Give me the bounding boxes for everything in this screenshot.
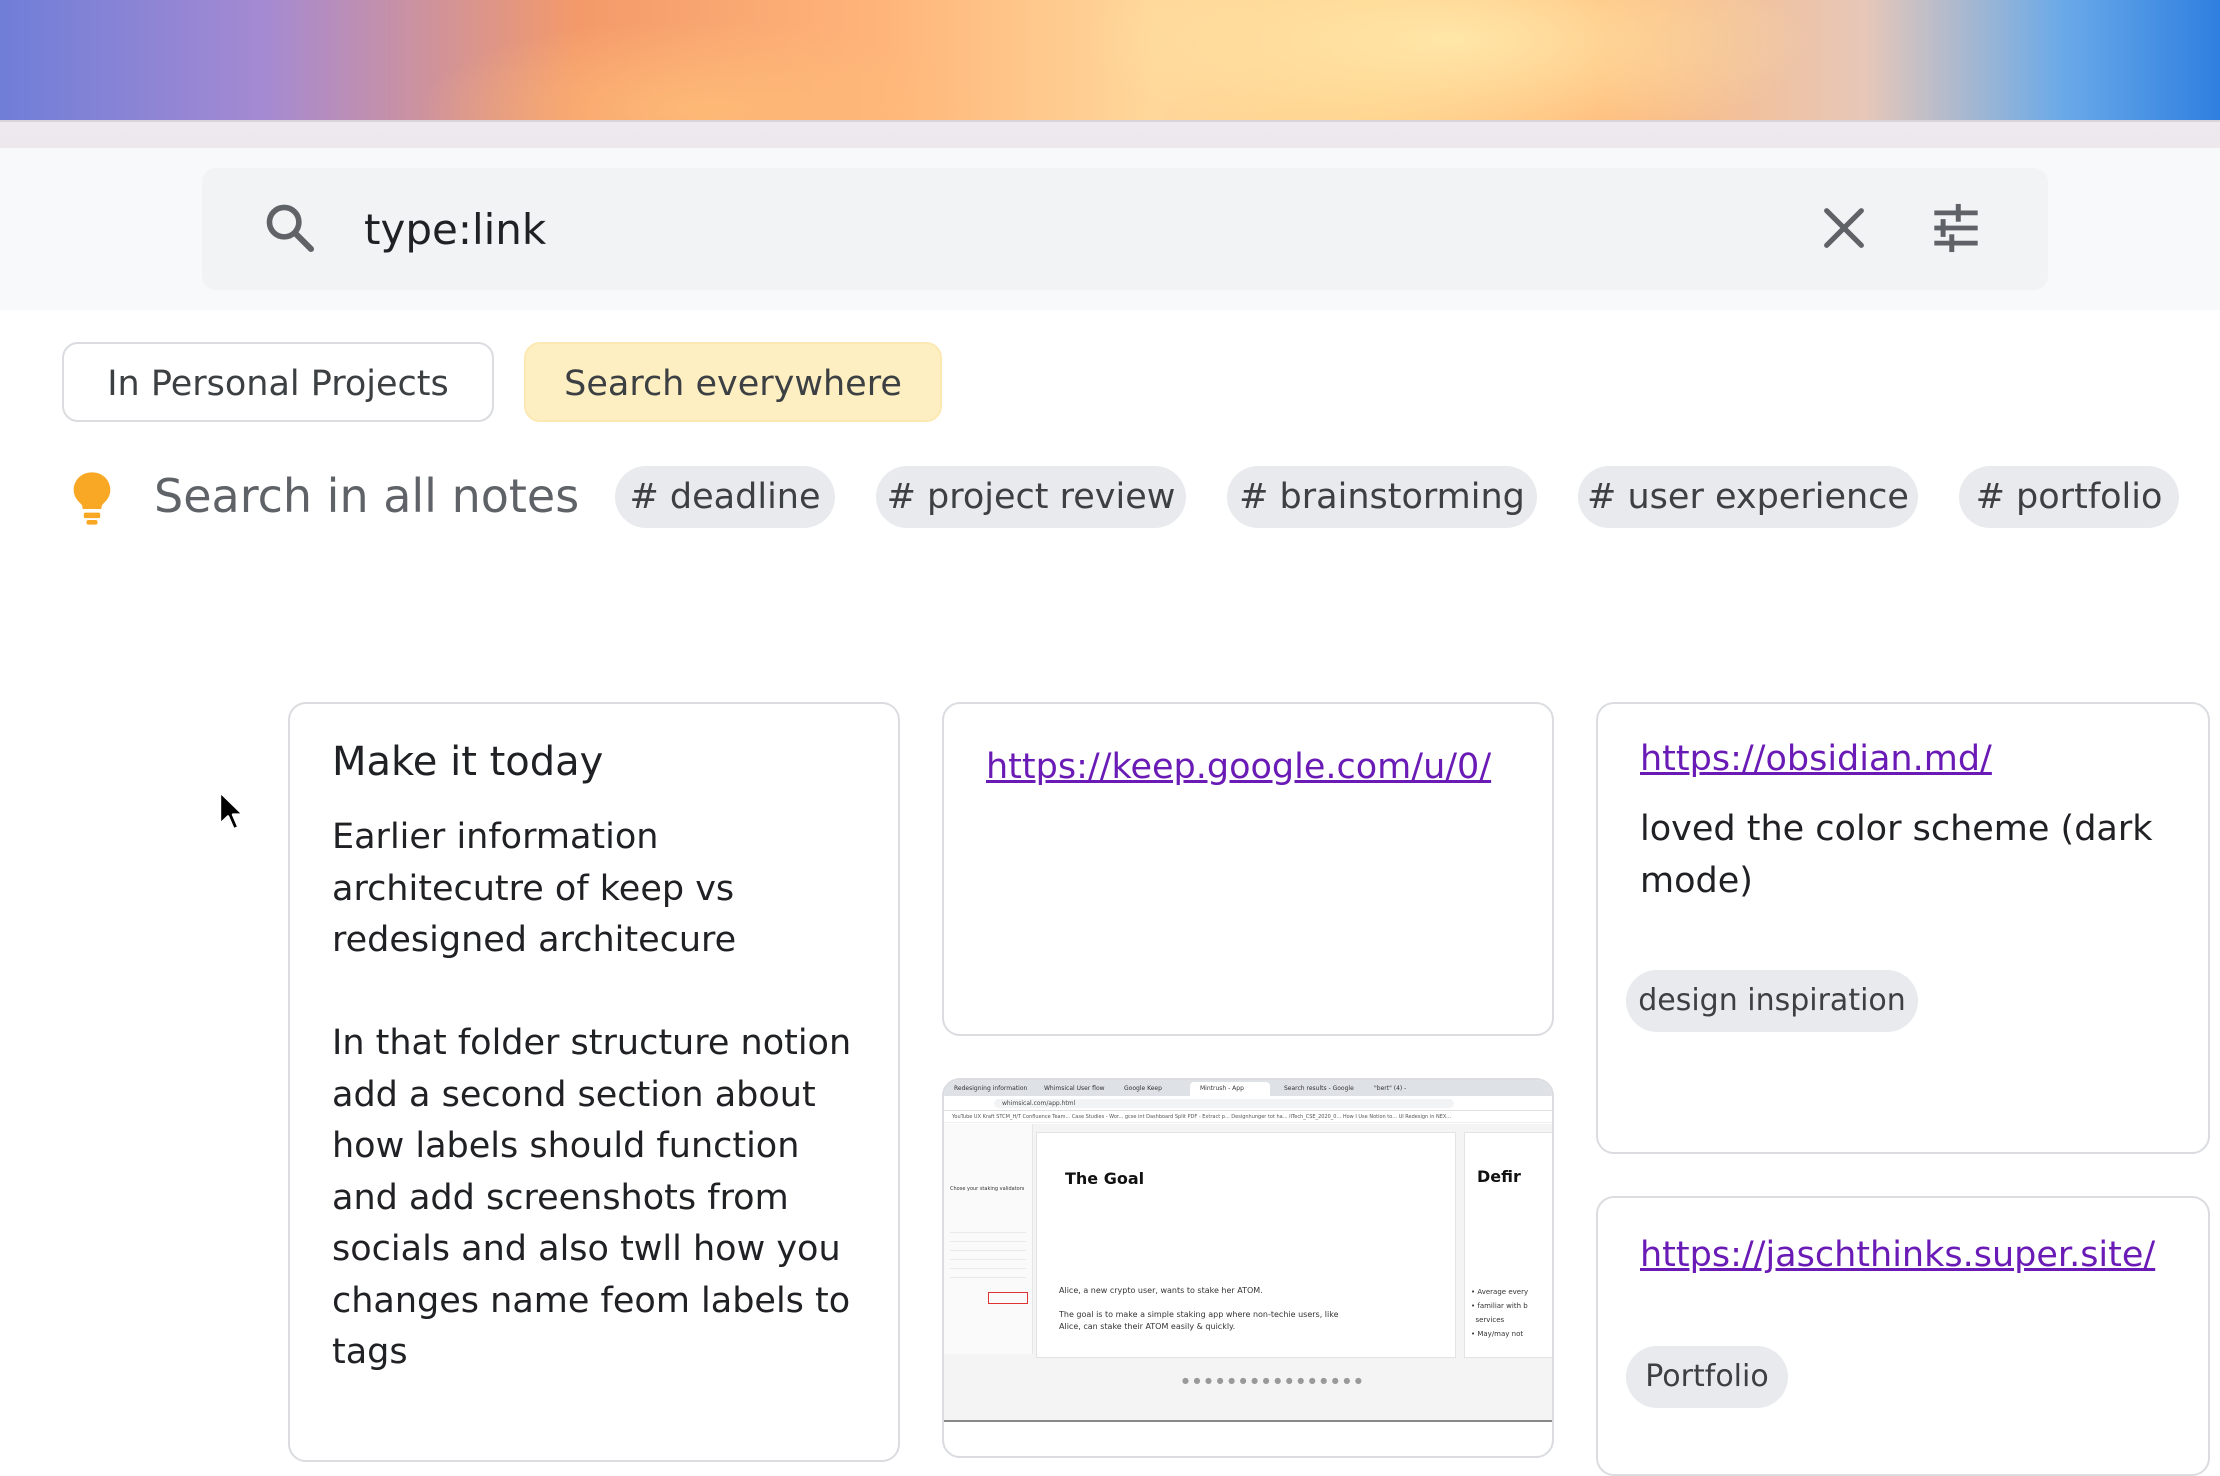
lightbulb-icon (70, 470, 114, 526)
thumb-divider (944, 1420, 1552, 1422)
mouse-cursor-icon (218, 790, 246, 832)
note-card-image[interactable]: Redesigning information a... Whimsical U… (942, 1078, 1554, 1458)
thumb-browser-tabs: Redesigning information a... Whimsical U… (944, 1080, 1552, 1096)
thumb-tab: Google Keep (1114, 1082, 1184, 1096)
thumb-url: whimsical.com/app.html (994, 1099, 1454, 1108)
search-all-notes-label: Search in all notes (154, 462, 579, 530)
note-card[interactable]: Make it today Earlier information archit… (288, 702, 900, 1462)
thumb-slide-text: The goal is to make a simple staking app… (1059, 1309, 1359, 1333)
note-card-link[interactable]: https://jaschthinks.super.site/ Portfoli… (1596, 1196, 2210, 1476)
tag-suggestion-deadline[interactable]: # deadline (615, 466, 835, 528)
note-title: Make it today (332, 734, 603, 790)
search-input[interactable]: type:link (364, 190, 1764, 270)
note-label-chip[interactable]: design inspiration (1626, 970, 1918, 1032)
note-link[interactable]: https://obsidian.md/ (1640, 734, 1992, 784)
note-screenshot-image: Redesigning information a... Whimsical U… (944, 1080, 1552, 1422)
note-label-chip[interactable]: Portfolio (1626, 1346, 1788, 1408)
note-card-link[interactable]: https://keep.google.com/u/0/ (942, 702, 1554, 1036)
tag-suggestion-user-experience[interactable]: # user experience (1578, 466, 1918, 528)
thumb-slide-heading: Defir (1477, 1167, 1521, 1186)
thumb-tab: Redesigning information a... (944, 1082, 1034, 1096)
thumb-page-dots: ● ● ● ● ● ● ● ● ● ● ● ● ● ● ● ● (1182, 1376, 1363, 1385)
tag-suggestion-portfolio[interactable]: # portfolio (1959, 466, 2179, 528)
thumb-slide-heading: The Goal (1065, 1169, 1144, 1188)
thumb-side-heading: Chose your staking validators (950, 1186, 1026, 1193)
close-icon[interactable] (1818, 202, 1870, 254)
desktop-wallpaper (0, 0, 2220, 122)
thumb-slide-text: Alice, a new crypto user, wants to stake… (1059, 1285, 1439, 1297)
tag-suggestion-brainstorming[interactable]: # brainstorming (1227, 466, 1537, 528)
thumb-side-panel: Chose your staking validators (944, 1124, 1033, 1354)
thumb-slide-definition: Defir • Average every • familiar with b … (1464, 1132, 1554, 1358)
thumb-side-highlight (988, 1292, 1028, 1304)
thumb-side-list (950, 1224, 1026, 1284)
note-card-link[interactable]: https://obsidian.md/ loved the color sch… (1596, 702, 2210, 1154)
tag-suggestion-project-review[interactable]: # project review (876, 466, 1186, 528)
window-top-edge (0, 120, 2220, 150)
note-body: loved the color scheme (dark mode) (1640, 804, 2180, 907)
thumb-tab: Whimsical User flow (1034, 1082, 1114, 1096)
scope-chip-search-everywhere[interactable]: Search everywhere (524, 342, 942, 422)
thumb-bookmarks-bar: YouTube UX Kraft STCM_H/T Confluence Tea… (944, 1111, 1552, 1123)
thumb-tab: Search results - Google D... (1274, 1082, 1364, 1096)
thumb-slide-goal: The Goal Alice, a new crypto user, wants… (1036, 1132, 1456, 1358)
thumb-address-bar: whimsical.com/app.html (944, 1096, 1552, 1111)
scope-chip-personal-projects[interactable]: In Personal Projects (62, 342, 494, 422)
thumb-tab-active: Mintrush - App (1190, 1082, 1270, 1096)
note-link[interactable]: https://jaschthinks.super.site/ (1640, 1230, 2155, 1280)
thumb-tab: "bert" (4) - mjsch@mailbox... (1364, 1082, 1454, 1096)
note-body: Earlier information architecutre of keep… (332, 812, 862, 1379)
tune-icon[interactable] (1930, 202, 1982, 254)
search-icon[interactable] (262, 200, 318, 256)
thumb-slide-bullets: • Average every • familiar with b servic… (1471, 1285, 1553, 1341)
note-link[interactable]: https://keep.google.com/u/0/ (986, 742, 1491, 792)
